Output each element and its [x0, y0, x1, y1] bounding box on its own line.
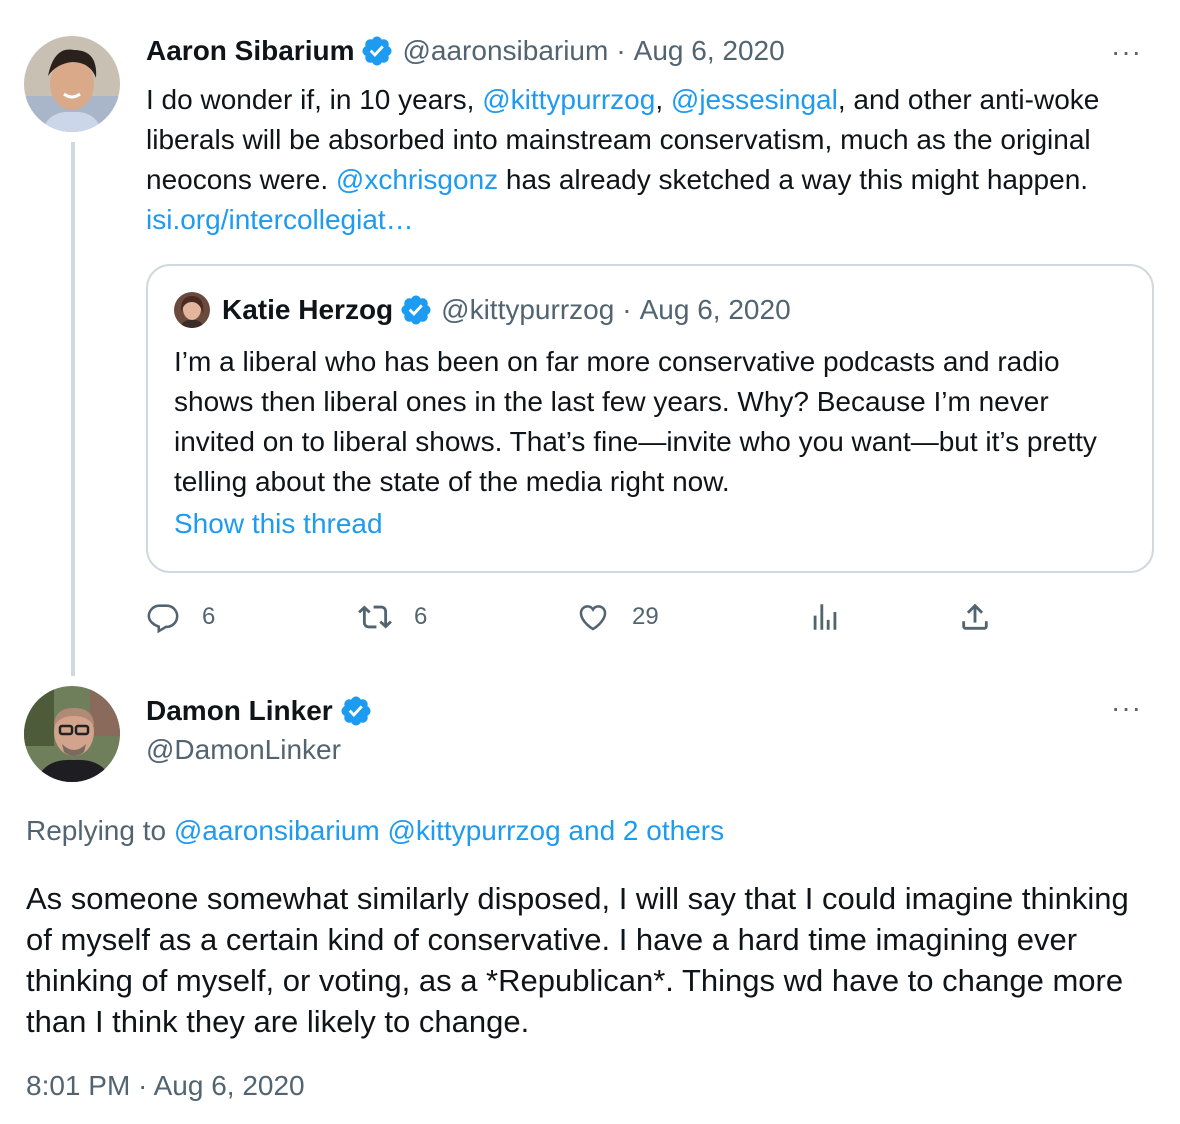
tweet1-separator: · [616, 35, 626, 66]
tweet1-url-link[interactable]: isi.org/intercollegiat… [146, 204, 414, 235]
share-icon [962, 603, 988, 630]
like-button[interactable]: 29 [576, 600, 659, 634]
thread-connector-line [71, 142, 75, 676]
tweet1-action-bar: 6 6 29 [146, 600, 1146, 644]
mention-kittypurrzog[interactable]: @kittypurrzog [482, 84, 655, 115]
like-icon [579, 605, 607, 631]
tweet2-timestamp[interactable]: 8:01 PM · Aug 6, 2020 [26, 1070, 305, 1102]
tweet1-header: Aaron Sibarium @aaronsibarium · Aug 6, 2… [146, 34, 785, 68]
like-count: 29 [632, 603, 659, 630]
verified-badge-icon [399, 293, 433, 327]
verified-badge-icon [339, 694, 373, 728]
quote-author-handle: @kittypurrzog [441, 294, 615, 325]
tweet1-text-part: , [655, 84, 671, 115]
share-button[interactable] [958, 600, 992, 634]
quote-date: Aug 6, 2020 [639, 294, 791, 325]
replying-prefix: Replying to [26, 815, 174, 846]
tweet1-text-part: I do wonder if, in 10 years, [146, 84, 483, 115]
tweet1-date[interactable]: Aug 6, 2020 [634, 35, 785, 67]
quote-text: I’m a liberal who has been on far more c… [174, 346, 1097, 497]
replying-to: Replying to @aaronsibarium @kittypurrzog… [26, 815, 724, 847]
retweet-button[interactable]: 6 [358, 600, 427, 634]
tweet2-text: As someone somewhat similarly disposed, … [26, 881, 1129, 1039]
mention-xchrisgonz[interactable]: @xchrisgonz [336, 164, 498, 195]
avatar-aaron-sibarium[interactable] [24, 36, 120, 132]
verified-badge-icon [360, 34, 394, 68]
quote-author-name[interactable]: Katie Herzog [222, 294, 393, 326]
tweet2-author-name[interactable]: Damon Linker [146, 695, 333, 727]
tweet2-author-handle[interactable]: @DamonLinker [146, 734, 341, 766]
avatar-damon-linker[interactable] [24, 686, 120, 782]
show-thread-link[interactable]: Show this thread [174, 508, 383, 540]
reply-count: 6 [202, 603, 216, 630]
views-icon [813, 604, 837, 630]
avatar-katie-herzog [174, 292, 210, 328]
reply-icon [147, 604, 179, 634]
retweet-count: 6 [414, 603, 428, 630]
tweet2-header: Damon Linker [146, 694, 381, 728]
tweet1-author-handle[interactable]: @aaronsibarium [402, 35, 608, 67]
retweet-icon [358, 605, 392, 629]
quote-header: Katie Herzog @kittypurrzog · Aug 6, 2020 [174, 292, 791, 328]
mention-jessesingal[interactable]: @jessesingal [671, 84, 838, 115]
tweet2-more-icon[interactable]: ··· [1111, 692, 1142, 724]
tweet1-text-part: has already sketched a way this might ha… [498, 164, 1089, 195]
tweet1-text: I do wonder if, in 10 years, @kittypurrz… [146, 80, 1146, 240]
tweet1-author-name[interactable]: Aaron Sibarium [146, 35, 354, 67]
quote-separator: · [622, 294, 632, 325]
views-button[interactable] [808, 600, 842, 634]
replying-to-links[interactable]: @aaronsibarium @kittypurrzog and 2 other… [174, 815, 724, 846]
quote-tweet-card[interactable]: Katie Herzog @kittypurrzog · Aug 6, 2020… [146, 264, 1154, 573]
tweet1-more-icon[interactable]: ··· [1111, 36, 1142, 68]
reply-button[interactable]: 6 [146, 600, 215, 634]
